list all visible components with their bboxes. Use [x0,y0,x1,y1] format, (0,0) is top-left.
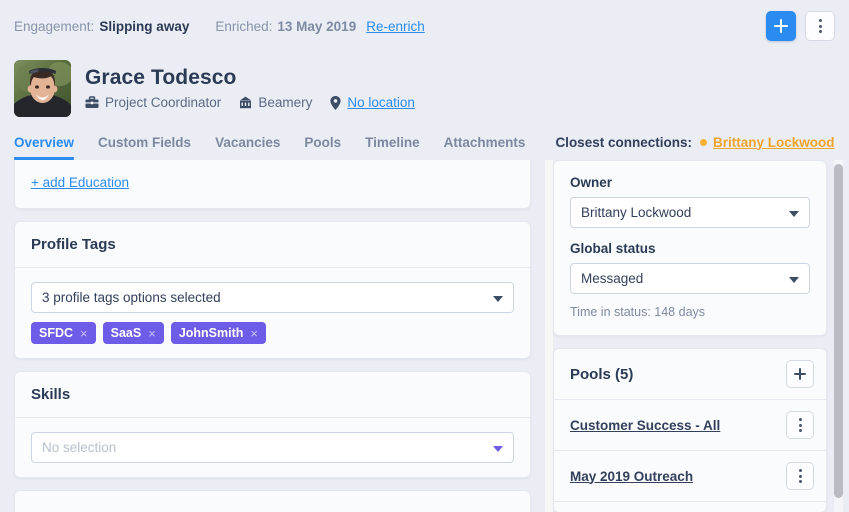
tag-chip[interactable]: SaaS × [102,322,164,344]
company-item: Beamery [239,95,312,110]
profile-subtitle: Project Coordinator Beamery No location [85,95,433,110]
kebab-menu-icon [798,469,802,483]
profile-header: Grace Todesco Project Coordinator Beamer… [0,52,849,124]
profile-tags-select[interactable]: 3 profile tags options selected [31,282,514,313]
closest-connection-link[interactable]: Brittany Lockwood [713,135,835,150]
owner-select[interactable]: Brittany Lockwood [570,197,810,228]
briefcase-icon [85,96,99,109]
tab-timeline[interactable]: Timeline [365,124,420,160]
pool-options-button[interactable] [786,411,814,439]
content-columns: + add Education Profile Tags 3 profile t… [0,160,849,512]
skills-select-placeholder: No selection [42,440,117,455]
pool-list-item: May 2019 Outreach [554,451,826,502]
remove-tag-icon[interactable]: × [80,327,88,340]
more-options-button[interactable] [805,11,835,41]
education-card-body: + add Education [15,160,530,208]
education-card: + add Education [14,160,531,209]
tag-label: SFDC [39,326,74,340]
job-title-text: Project Coordinator [105,95,222,111]
right-column: Owner Brittany Lockwood Global status Me… [545,160,849,512]
pool-options-button[interactable] [786,462,814,490]
enriched-meta: Enriched: 13 May 2019 [215,19,356,34]
tag-label: JohnSmith [178,326,244,340]
location-link[interactable]: No location [347,95,415,110]
job-title-item: Project Coordinator [85,95,221,110]
pool-link[interactable]: Customer Success - All [570,418,720,433]
skills-body: No selection [15,418,530,477]
chevron-down-icon [493,445,503,452]
connection-status-dot-icon [699,138,707,146]
chevron-down-icon [789,276,799,283]
tab-attachments[interactable]: Attachments [444,124,526,160]
pool-link[interactable]: May 2019 Outreach [570,469,693,484]
kebab-menu-icon [818,19,822,33]
chevron-down-icon [493,295,503,302]
owner-status-body: Owner Brittany Lockwood Global status Me… [554,161,826,335]
closest-connections-label: Closest connections: [555,134,692,150]
next-card-peek [14,490,531,512]
profile-tags-list: SFDC × SaaS × JohnSmith × [31,322,514,344]
tab-bar: Overview Custom Fields Vacancies Pools T… [0,124,849,160]
profile-tags-select-value: 3 profile tags options selected [42,290,221,305]
profile-identity: Grace Todesco Project Coordinator Beamer… [85,66,433,110]
plus-icon [794,368,806,380]
right-scrollbar-track[interactable] [834,160,843,512]
chevron-down-icon [789,210,799,217]
owner-status-card: Owner Brittany Lockwood Global status Me… [553,160,827,336]
owner-select-value: Brittany Lockwood [581,205,692,220]
tag-label: SaaS [110,326,142,340]
global-status-label: Global status [570,241,656,256]
pools-card: Pools (5) Customer Success - All May 201… [553,348,827,512]
pool-list-item-peek [554,502,826,512]
global-status-select[interactable]: Messaged [570,263,810,294]
remove-tag-icon[interactable]: × [148,327,156,340]
right-scrollbar-thumb[interactable] [834,164,843,498]
avatar [14,59,71,117]
time-in-status-text: Time in status: 148 days [570,305,706,319]
remove-tag-icon[interactable]: × [250,327,258,340]
pool-list-item: Customer Success - All [554,400,826,451]
add-education-link[interactable]: + add Education [31,175,129,190]
tab-custom-fields[interactable]: Custom Fields [98,124,191,160]
owner-label: Owner [570,175,613,190]
tag-chip[interactable]: JohnSmith × [170,322,266,344]
tab-vacancies[interactable]: Vacancies [215,124,280,160]
plus-icon [774,19,788,33]
location-item: No location [330,95,415,110]
profile-page: Engagement: Slipping away Enriched: 13 M… [0,0,849,512]
skills-select[interactable]: No selection [31,432,514,463]
meta-bar: Engagement: Slipping away Enriched: 13 M… [0,0,849,52]
profile-tags-title: Profile Tags [15,222,530,268]
header-actions [766,11,835,41]
add-pool-button[interactable] [786,360,814,388]
company-text: Beamery [258,95,313,111]
enriched-value: 13 May 2019 [277,18,357,34]
skills-card: Skills No selection [14,371,531,478]
closest-connections: Closest connections: Brittany Lockwood [555,135,834,150]
map-pin-icon [330,95,341,110]
profile-tags-body: 3 profile tags options selected SFDC × S… [15,268,530,358]
pools-title: Pools (5) [570,365,634,383]
pools-header: Pools (5) [554,349,826,400]
tab-pools[interactable]: Pools [304,124,341,160]
engagement-value: Slipping away [99,18,190,34]
skills-title: Skills [15,372,530,418]
enriched-label: Enriched: [215,18,273,34]
tab-overview[interactable]: Overview [14,124,75,160]
field-spacer [570,228,810,241]
tag-chip[interactable]: SFDC × [31,322,96,344]
left-column: + add Education Profile Tags 3 profile t… [0,160,545,512]
engagement-meta: Engagement: Slipping away [14,19,189,34]
re-enrich-link[interactable]: Re-enrich [366,19,425,34]
kebab-menu-icon [798,418,802,432]
engagement-label: Engagement: [14,18,95,34]
page-title: Grace Todesco [85,65,237,89]
global-status-select-value: Messaged [581,271,644,286]
profile-tags-card: Profile Tags 3 profile tags options sele… [14,221,531,359]
company-icon [239,96,252,109]
add-button[interactable] [766,11,796,41]
